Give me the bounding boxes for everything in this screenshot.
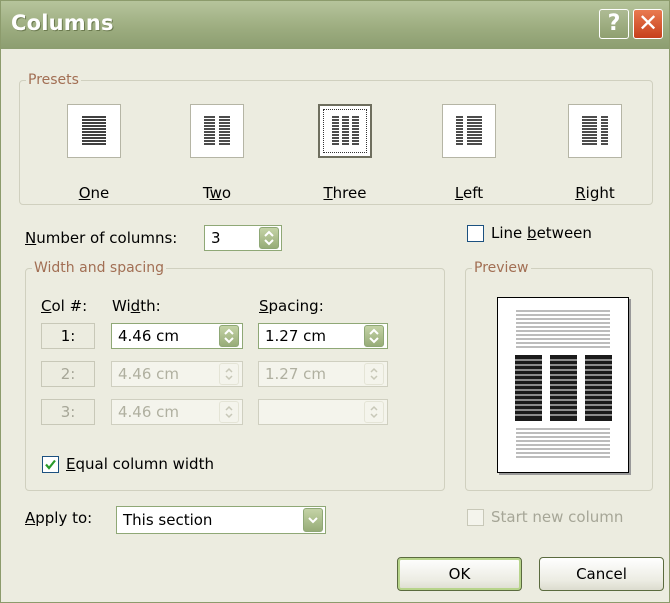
spinner-arrows-icon — [370, 367, 378, 381]
preset-left-label: Left — [454, 184, 484, 202]
col-number-3: 3: — [41, 399, 95, 425]
col-2-spacing-spinner — [364, 363, 384, 385]
presets-legend: Presets — [28, 72, 79, 88]
spacing-header: Spacing: — [259, 297, 324, 315]
preset-two-button[interactable] — [190, 104, 244, 158]
col-number-2: 2: — [41, 361, 95, 387]
preset-two-label: Two — [202, 184, 232, 202]
close-button[interactable]: ✕ — [633, 9, 663, 39]
spinner-arrows-icon — [225, 405, 233, 419]
spinner-arrows-icon — [224, 328, 234, 344]
preview-page-graphic — [515, 310, 612, 458]
left-column-icon — [456, 116, 482, 145]
apply-to-dropdown-button[interactable] — [303, 508, 323, 532]
title-bar[interactable]: Columns ? ✕ — [1, 1, 669, 49]
preset-one-button[interactable] — [67, 104, 121, 158]
preview-page — [497, 297, 629, 473]
width-spacing-legend: Width and spacing — [34, 260, 165, 276]
col-3-spacing-spinner — [364, 401, 384, 423]
line-between-label: Line between — [491, 224, 592, 242]
col-number-header: Col #: — [41, 297, 88, 315]
two-columns-icon — [204, 116, 230, 145]
number-of-columns-label: Number of columns: — [25, 229, 178, 247]
preview-legend: Preview — [474, 260, 529, 276]
col-3-width-spinner — [219, 401, 239, 423]
col-1-spacing-spinner[interactable] — [364, 325, 384, 347]
line-between-checkbox[interactable] — [467, 225, 484, 242]
spinner-arrows-icon — [369, 328, 379, 344]
preset-left-button[interactable] — [442, 104, 496, 158]
chevron-down-icon — [308, 517, 318, 524]
apply-to-label: Apply to: — [25, 509, 93, 527]
preset-one-label: One — [78, 184, 110, 202]
right-column-icon — [582, 116, 608, 145]
three-columns-icon — [332, 116, 359, 145]
start-new-column-label: Start new column — [491, 508, 624, 526]
spinner-arrows-icon — [370, 405, 378, 419]
number-of-columns-spinner[interactable] — [259, 227, 279, 249]
help-button[interactable]: ? — [599, 9, 629, 39]
preset-three-button[interactable] — [318, 104, 372, 158]
dialog-title: Columns — [11, 11, 114, 35]
cancel-button[interactable]: Cancel — [539, 557, 664, 591]
one-column-icon — [82, 116, 106, 145]
apply-to-select[interactable]: This section — [116, 506, 326, 534]
spinner-arrows-icon — [264, 230, 274, 246]
equal-column-width-label: Equal column width — [66, 455, 214, 473]
ok-button[interactable]: OK — [397, 557, 522, 591]
col-number-1: 1: — [41, 323, 95, 349]
preset-three-label: Three — [323, 184, 367, 202]
width-header: Width: — [112, 297, 161, 315]
columns-dialog: Columns ? ✕ Presets One Two Three Left R… — [0, 0, 670, 603]
preset-right-label: Right — [575, 184, 615, 202]
col-1-width-spinner[interactable] — [219, 325, 239, 347]
preset-right-button[interactable] — [568, 104, 622, 158]
checkmark-icon — [45, 459, 56, 470]
col-2-width-spinner — [219, 363, 239, 385]
equal-column-width-checkbox[interactable] — [42, 456, 59, 473]
start-new-column-checkbox — [467, 509, 484, 526]
spinner-arrows-icon — [225, 367, 233, 381]
